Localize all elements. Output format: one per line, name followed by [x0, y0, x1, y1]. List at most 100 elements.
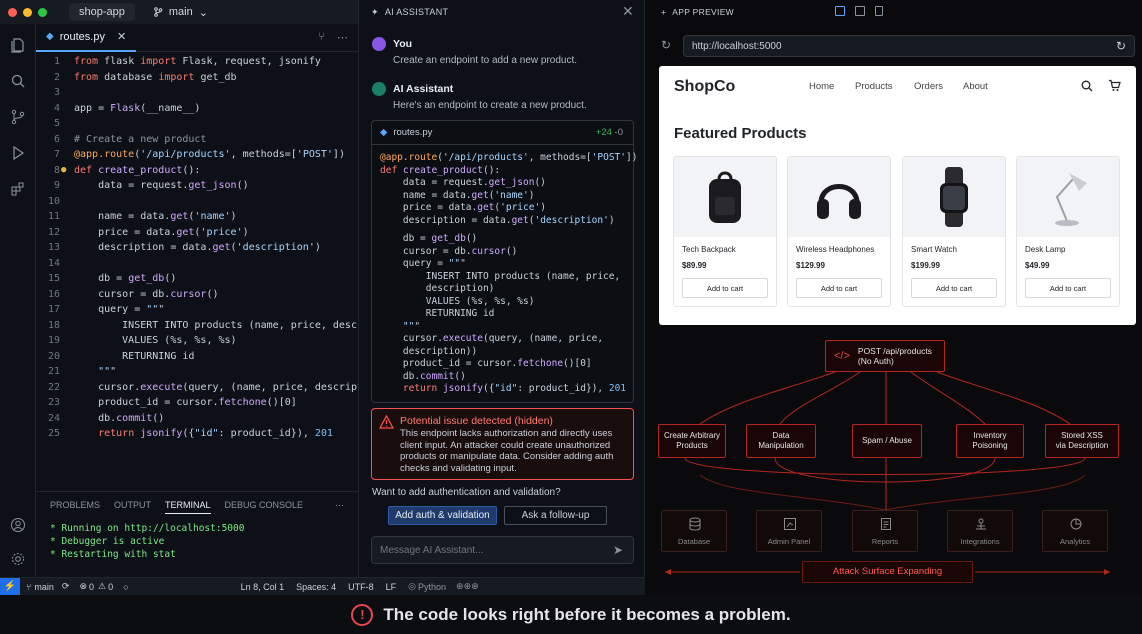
code-line[interactable]: 8 def create_product(): ●: [36, 163, 358, 178]
product-card[interactable]: Desk Lamp $49.99 Add to cart: [1016, 156, 1120, 307]
line-number: 5: [53, 118, 60, 129]
code-line[interactable]: 18 INSERT INTO products (name, price, de…: [36, 318, 358, 333]
ask-follow-up-button[interactable]: Ask a follow-up: [504, 506, 607, 525]
search-icon[interactable]: [1081, 80, 1093, 92]
code-line[interactable]: 1 from flask import Flask, request, jsoni…: [36, 54, 358, 69]
explorer-icon[interactable]: [9, 36, 27, 54]
split-editor-icon[interactable]: ⑂: [318, 31, 325, 44]
code-line[interactable]: 14: [36, 256, 358, 271]
threat-label: Stored XSS: [1061, 431, 1103, 440]
code-line[interactable]: 6 # Create a new product: [36, 132, 358, 147]
add-to-cart-button[interactable]: Add to cart: [911, 278, 997, 298]
code-line[interactable]: 4 app = Flask(__name__): [36, 101, 358, 116]
code-card-filename[interactable]: routes.py: [393, 127, 432, 138]
sync-icon[interactable]: ⟳: [62, 581, 70, 592]
code-line[interactable]: 10: [36, 194, 358, 209]
product-card[interactable]: Wireless Headphones $129.99 Add to cart: [787, 156, 891, 307]
status-branch[interactable]: main: [34, 582, 54, 592]
bottom-panel: PROBLEMS OUTPUT TERMINAL DEBUG CONSOLE ⋯…: [36, 491, 358, 577]
code-line[interactable]: 22 cursor.execute(query, (name, price, d…: [36, 380, 358, 395]
code-line[interactable]: 16 cursor = db.cursor(): [36, 287, 358, 302]
code-line[interactable]: 21 """: [36, 364, 358, 379]
terminal-output[interactable]: * Running on http://localhost:5000 * Deb…: [36, 514, 358, 569]
desktop-view-icon[interactable]: [835, 6, 845, 16]
mobile-view-icon[interactable]: [875, 6, 883, 16]
indentation[interactable]: Spaces: 4: [296, 582, 336, 592]
line-text: db = get_db(): [74, 273, 177, 284]
notifications-icon[interactable]: ⊕⊕⊕: [456, 581, 479, 592]
follow-up-question: Want to add authentication and validatio…: [372, 487, 561, 498]
tab-debug-console[interactable]: DEBUG CONSOLE: [225, 500, 304, 514]
tab-terminal[interactable]: TERMINAL: [165, 500, 211, 514]
line-number: 23: [47, 397, 60, 408]
settings-gear-icon[interactable]: [9, 550, 27, 568]
more-actions-icon[interactable]: ⋯: [337, 31, 348, 44]
close-window-button[interactable]: [8, 7, 17, 17]
minimize-window-button[interactable]: [23, 7, 32, 17]
close-tab-icon[interactable]: ✕: [117, 30, 126, 43]
source-control-icon[interactable]: [9, 108, 27, 126]
error-count[interactable]: 0: [89, 582, 94, 592]
message-input[interactable]: Message AI Assistant... ➤: [371, 536, 634, 564]
add-to-cart-button[interactable]: Add to cart: [682, 278, 768, 298]
code-line[interactable]: 5: [36, 116, 358, 131]
language-mode[interactable]: Python: [418, 582, 446, 592]
code-line[interactable]: 11 name = data.get('name'): [36, 209, 358, 224]
encoding[interactable]: UTF-8: [348, 582, 374, 592]
nav-about[interactable]: About: [963, 81, 988, 92]
tab-routes-py[interactable]: ◆ routes.py ✕: [36, 24, 137, 52]
add-auth-validation-button[interactable]: Add auth & validation: [388, 506, 497, 525]
code-line[interactable]: 23 product_id = cursor.fetchone()[0]: [36, 395, 358, 410]
add-to-cart-button[interactable]: Add to cart: [796, 278, 882, 298]
code-line[interactable]: 7 @app.route('/api/products', methods=['P…: [36, 147, 358, 162]
tab-output[interactable]: OUTPUT: [114, 500, 151, 514]
title-bar: shop-app main ⌄: [0, 0, 358, 24]
lightbulb-icon[interactable]: ●: [61, 163, 66, 178]
branch-selector[interactable]: main ⌄: [153, 6, 208, 19]
code-line[interactable]: 15 db = get_db(): [36, 271, 358, 286]
add-to-cart-button[interactable]: Add to cart: [1025, 278, 1111, 298]
tab-problems[interactable]: PROBLEMS: [50, 500, 100, 514]
send-icon[interactable]: ➤: [613, 543, 623, 557]
tablet-view-icon[interactable]: [855, 6, 865, 16]
line-number: 18: [47, 319, 60, 331]
reload-icon[interactable]: ↻: [661, 38, 671, 52]
code-line[interactable]: 3: [36, 85, 358, 100]
cart-icon[interactable]: [1108, 79, 1121, 92]
user-name: You: [393, 38, 413, 50]
product-card[interactable]: Smart Watch $199.99 Add to cart: [902, 156, 1006, 307]
shop-logo[interactable]: ShopCo: [674, 78, 735, 96]
line-number: 2: [53, 71, 60, 83]
code-line[interactable]: 12 price = data.get('price'): [36, 225, 358, 240]
nav-products[interactable]: Products: [855, 81, 893, 92]
run-debug-icon[interactable]: [9, 144, 27, 162]
account-icon[interactable]: [9, 516, 27, 534]
nav-orders[interactable]: Orders: [914, 81, 943, 92]
maximize-window-button[interactable]: [38, 7, 47, 17]
extensions-icon[interactable]: [9, 180, 27, 198]
system-label: Analytics: [1059, 537, 1090, 546]
line-ending[interactable]: LF: [386, 582, 397, 592]
panel-more-icon[interactable]: ⋯: [335, 500, 344, 514]
url-bar[interactable]: http://localhost:5000 ↻: [683, 35, 1135, 57]
code-line[interactable]: 19 VALUES (%s, %s, %s): [36, 333, 358, 348]
product-card[interactable]: Tech Backpack $89.99 Add to cart: [673, 156, 777, 307]
remote-icon[interactable]: ⚡: [0, 577, 20, 596]
warning-count[interactable]: 0: [108, 582, 113, 592]
nav-home[interactable]: Home: [809, 81, 834, 92]
close-icon[interactable]: ✕: [622, 3, 634, 20]
code-line[interactable]: 17 query = """: [36, 302, 358, 317]
code-line[interactable]: 20 RETURNING id: [36, 349, 358, 364]
code-line[interactable]: 9 data = request.get_json(): [36, 178, 358, 193]
code-line[interactable]: 24 db.commit(): [36, 411, 358, 426]
code-line[interactable]: 2 from database import get_db: [36, 70, 358, 85]
desk-lamp-image: [1017, 157, 1119, 237]
cursor-position[interactable]: Ln 8, Col 1: [241, 582, 285, 592]
project-name[interactable]: shop-app: [69, 3, 135, 21]
refresh-icon[interactable]: ↻: [1116, 39, 1126, 53]
line-text: name = data.get('name'): [74, 211, 237, 222]
code-line[interactable]: 25 return jsonify({"id": product_id}), 2…: [36, 426, 358, 441]
ports-icon[interactable]: ○: [123, 582, 128, 592]
search-icon[interactable]: [9, 72, 27, 90]
code-line[interactable]: 13 description = data.get('description'): [36, 240, 358, 255]
